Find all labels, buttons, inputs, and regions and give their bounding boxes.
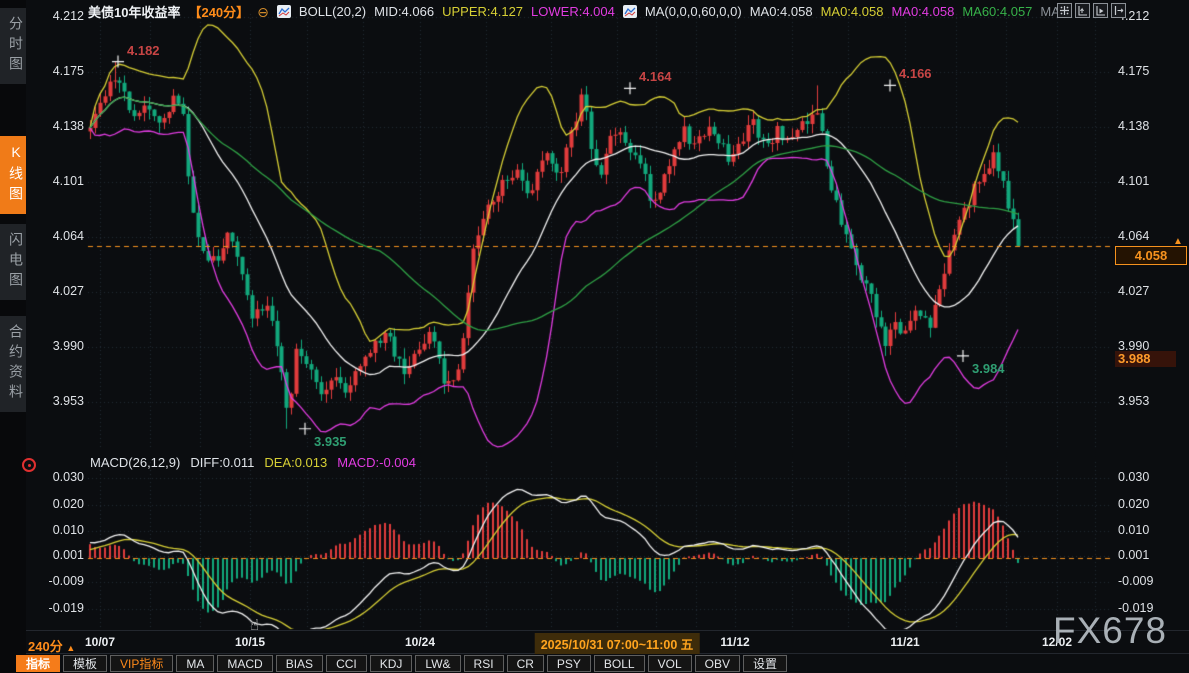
macd-tick-right: -0.009 bbox=[1118, 574, 1153, 588]
price-tick-left: 4.138 bbox=[34, 119, 84, 133]
toolbar-tab-BOLL[interactable]: BOLL bbox=[594, 655, 645, 672]
price-tick-left: 4.101 bbox=[34, 174, 84, 188]
price-tick-right: 4.064 bbox=[1118, 229, 1149, 243]
price-annotation: 3.984 bbox=[972, 361, 1005, 376]
time-axis: 2025/10/31 07:00~11:00 五 10/07 10/15 10/24… bbox=[0, 632, 1189, 652]
chart-tool-icons bbox=[1057, 3, 1126, 18]
price-up-arrow-icon: ▲ bbox=[1173, 236, 1183, 247]
macd-tick-left: -0.019 bbox=[34, 601, 84, 615]
sidebar-item-1[interactable]: 分时图 bbox=[0, 8, 26, 84]
toolbar-tab-CR[interactable]: CR bbox=[507, 655, 544, 672]
toolbar-tab-KDJ[interactable]: KDJ bbox=[370, 655, 413, 672]
ma0-white-value: MA0:4.058 bbox=[750, 4, 813, 19]
toolbar-tab-指标[interactable]: 指标 bbox=[16, 655, 60, 672]
macd-tick-right: 0.001 bbox=[1118, 548, 1149, 562]
collapse-icon[interactable]: ⊖ bbox=[257, 5, 269, 19]
boll-label: BOLL(20,2) bbox=[299, 4, 366, 19]
boll-indicator-icon[interactable] bbox=[277, 5, 291, 18]
price-tick-right: 4.138 bbox=[1118, 119, 1149, 133]
macd-tick-right: 0.010 bbox=[1118, 523, 1149, 537]
macd-header: MACD(26,12,9) DIFF:0.011 DEA:0.013 MACD:… bbox=[90, 455, 416, 471]
toolbar-tab-BIAS[interactable]: BIAS bbox=[276, 655, 323, 672]
axis-zoom-icon[interactable] bbox=[1075, 3, 1090, 18]
divider-above-time-axis bbox=[26, 630, 1189, 631]
indicator-toolbar: 指标模板VIP指标MAMACDBIASCCIKDJLW&RSICRPSYBOLL… bbox=[16, 655, 787, 672]
price-annotation: 4.182 bbox=[127, 43, 160, 58]
price-tick-left: 3.990 bbox=[34, 339, 84, 353]
footer-period-label[interactable]: 240分 ▲ bbox=[28, 636, 75, 655]
price-tick-right: 4.175 bbox=[1118, 64, 1149, 78]
current-price-badge: 4.058 bbox=[1115, 246, 1187, 265]
boll-mid-value: MID:4.066 bbox=[374, 4, 434, 19]
macd-value: MACD:-0.004 bbox=[337, 455, 416, 471]
session-low-badge: 3.988 bbox=[1115, 351, 1176, 367]
price-tick-right: 4.027 bbox=[1118, 284, 1149, 298]
axis-play-icon[interactable] bbox=[1093, 3, 1108, 18]
toolbar-tab-模板[interactable]: 模板 bbox=[63, 655, 107, 672]
ma-params-label: MA(0,0,0,60,0,0) bbox=[645, 4, 742, 19]
time-tick: 11/12 bbox=[720, 635, 749, 649]
macd-tick-right: 0.020 bbox=[1118, 497, 1149, 511]
toolbar-tab-设置[interactable]: 设置 bbox=[743, 655, 787, 672]
boll-upper-value: UPPER:4.127 bbox=[442, 4, 523, 19]
sidebar: 分时图 K线图闪电图合约资料 bbox=[0, 0, 26, 673]
price-tick-right: 4.101 bbox=[1118, 174, 1149, 188]
time-tick: 10/24 bbox=[405, 635, 435, 649]
toolbar-tab-VOL[interactable]: VOL bbox=[648, 655, 692, 672]
ma0-yellow-value: MA0:4.058 bbox=[821, 4, 884, 19]
chart-header: 美债10年收益率 【240分】 ⊖ BOLL(20,2) MID:4.066 U… bbox=[88, 2, 1071, 21]
price-tick-left: 4.064 bbox=[34, 229, 84, 243]
toolbar-tab-VIP指标[interactable]: VIP指标 bbox=[110, 655, 173, 672]
time-tick: 10/07 bbox=[85, 635, 115, 649]
toolbar-tab-PSY[interactable]: PSY bbox=[547, 655, 591, 672]
instrument-title: 美债10年收益率 bbox=[88, 2, 180, 21]
macd-tick-right: 0.030 bbox=[1118, 470, 1149, 484]
sidebar-item-2[interactable]: K线图 bbox=[0, 136, 26, 214]
pan-move-icon[interactable] bbox=[1057, 3, 1072, 18]
macd-params-label: MACD(26,12,9) bbox=[90, 455, 180, 471]
ma-indicator-icon[interactable] bbox=[623, 5, 637, 18]
ma0-magenta-value: MA0:4.058 bbox=[891, 4, 954, 19]
axis-shift-icon[interactable] bbox=[1111, 3, 1126, 18]
time-tick: 12/02 bbox=[1042, 635, 1072, 649]
toolbar-tab-OBV[interactable]: OBV bbox=[695, 655, 740, 672]
period-tag[interactable]: 【240分】 bbox=[188, 2, 249, 21]
sidebar-item-4[interactable]: 合约资料 bbox=[0, 316, 26, 412]
ma60-value: MA60:4.057 bbox=[962, 4, 1032, 19]
price-tick-left: 4.027 bbox=[34, 284, 84, 298]
toolbar-tab-CCI[interactable]: CCI bbox=[326, 655, 367, 672]
macd-tick-left: 0.030 bbox=[34, 470, 84, 484]
price-tick-left: 4.175 bbox=[34, 64, 84, 78]
app-root: 分时图 K线图闪电图合约资料 美债10年收益率 【240分】 ⊖ BOLL(20,… bbox=[0, 0, 1189, 673]
boll-lower-value: LOWER:4.004 bbox=[531, 4, 615, 19]
macd-tick-left: -0.009 bbox=[34, 574, 84, 588]
price-tick-right: 3.953 bbox=[1118, 394, 1149, 408]
macd-tick-right: -0.019 bbox=[1118, 601, 1153, 615]
time-tick: 10/15 bbox=[235, 635, 265, 649]
macd-tick-left: 0.010 bbox=[34, 523, 84, 537]
chart-canvas[interactable] bbox=[0, 0, 1189, 673]
time-tick: 11/21 bbox=[890, 635, 919, 649]
session-time-badge: 2025/10/31 07:00~11:00 五 bbox=[535, 633, 700, 654]
macd-tick-left: 0.020 bbox=[34, 497, 84, 511]
alert-dot-icon[interactable] bbox=[22, 458, 36, 472]
price-annotation: 3.935 bbox=[314, 434, 347, 449]
toolbar-tab-RSI[interactable]: RSI bbox=[464, 655, 504, 672]
macd-tick-left: 0.001 bbox=[34, 548, 84, 562]
macd-diff-value: DIFF:0.011 bbox=[190, 455, 254, 471]
price-tick-left: 4.212 bbox=[34, 9, 84, 23]
toolbar-tab-MA[interactable]: MA bbox=[176, 655, 214, 672]
price-annotation: 4.164 bbox=[639, 69, 672, 84]
sidebar-item-3[interactable]: 闪电图 bbox=[0, 224, 26, 300]
toolbar-tab-LW&[interactable]: LW& bbox=[415, 655, 460, 672]
price-annotation: 4.166 bbox=[899, 66, 932, 81]
macd-dea-value: DEA:0.013 bbox=[264, 455, 327, 471]
toolbar-tab-MACD[interactable]: MACD bbox=[217, 655, 272, 672]
price-tick-left: 3.953 bbox=[34, 394, 84, 408]
